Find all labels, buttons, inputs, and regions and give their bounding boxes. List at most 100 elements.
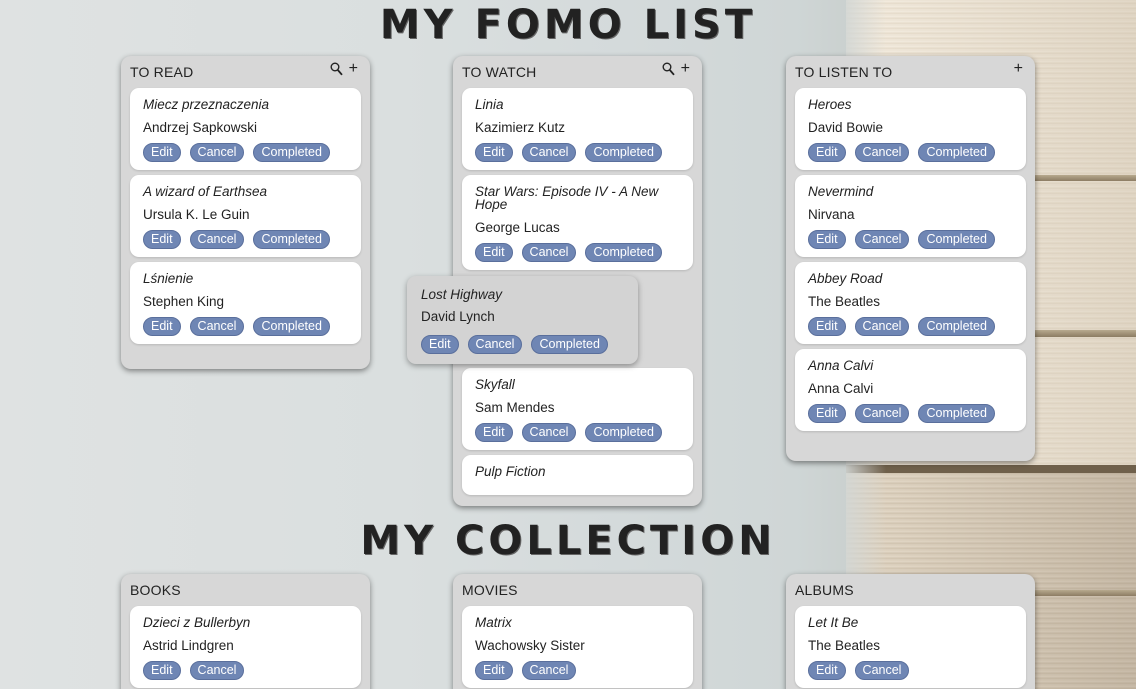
column-header: TO READ: [130, 64, 194, 80]
item-title: Miecz przeznaczenia: [143, 97, 270, 112]
item-author: George Lucas: [475, 220, 560, 235]
edit-button[interactable]: Edit: [808, 661, 846, 680]
column-books: BOOKS Dzieci z Bullerbyn Astrid Lindgren…: [121, 574, 370, 689]
column-to-listen-to: TO LISTEN TO + Heroes David Bowie Edit C…: [786, 56, 1035, 461]
item-author: Anna Calvi: [808, 381, 874, 396]
edit-button[interactable]: Edit: [421, 335, 459, 354]
cancel-button[interactable]: Cancel: [189, 317, 245, 336]
item-author: The Beatles: [808, 294, 881, 309]
item-author: Wachowsky Sister: [475, 638, 585, 653]
column-albums: ALBUMS Let It Be The Beatles Edit Cancel: [786, 574, 1035, 689]
item-author: Sam Mendes: [475, 400, 555, 415]
edit-button[interactable]: Edit: [143, 143, 181, 162]
list-item: Linia Kazimierz Kutz Edit Cancel Complet…: [462, 88, 693, 170]
item-title: Let It Be: [808, 615, 859, 630]
item-title: Star Wars: Episode IV - A New Hope: [475, 184, 659, 212]
list-item: Star Wars: Episode IV - A New Hope Georg…: [462, 175, 693, 270]
list-item: Nevermind Nirvana Edit Cancel Completed: [795, 175, 1026, 257]
item-author: Nirvana: [808, 207, 855, 222]
list-item: Skyfall Sam Mendes Edit Cancel Completed: [462, 368, 693, 450]
cancel-button[interactable]: Cancel: [854, 404, 910, 423]
item-title: Dzieci z Bullerbyn: [143, 615, 251, 630]
item-title: Pulp Fiction: [475, 464, 546, 479]
search-icon[interactable]: [662, 62, 675, 76]
item-author: Ursula K. Le Guin: [143, 207, 250, 222]
edit-button[interactable]: Edit: [475, 661, 513, 680]
completed-button[interactable]: Completed: [585, 143, 662, 162]
edit-button[interactable]: Edit: [475, 243, 513, 262]
item-author: David Lynch: [421, 309, 495, 324]
column-header: MOVIES: [462, 582, 518, 598]
column-movies: MOVIES Matrix Wachowsky Sister Edit Canc…: [453, 574, 702, 689]
item-title: Linia: [475, 97, 504, 112]
fomo-list-title: My FOMO List: [379, 2, 757, 48]
cancel-button[interactable]: Cancel: [189, 230, 245, 249]
edit-button[interactable]: Edit: [143, 661, 181, 680]
item-title: Matrix: [475, 615, 512, 630]
cancel-button[interactable]: Cancel: [189, 661, 245, 680]
item-title: Heroes: [808, 97, 852, 112]
cancel-button[interactable]: Cancel: [189, 143, 245, 162]
add-icon[interactable]: +: [681, 61, 690, 77]
item-title: Anna Calvi: [808, 358, 874, 373]
item-author: Kazimierz Kutz: [475, 120, 566, 135]
item-author: David Bowie: [808, 120, 884, 135]
list-item: Dzieci z Bullerbyn Astrid Lindgren Edit …: [130, 606, 361, 688]
search-icon[interactable]: [330, 62, 343, 76]
completed-button[interactable]: Completed: [918, 404, 995, 423]
item-author: Andrzej Sapkowski: [143, 120, 258, 135]
collection-title: My Collection: [360, 518, 776, 564]
edit-button[interactable]: Edit: [808, 230, 846, 249]
edit-button[interactable]: Edit: [475, 143, 513, 162]
completed-button[interactable]: Completed: [253, 143, 330, 162]
add-icon[interactable]: +: [349, 61, 358, 77]
item-author: Stephen King: [143, 294, 225, 309]
edit-button[interactable]: Edit: [143, 230, 181, 249]
item-author: The Beatles: [808, 638, 881, 653]
add-icon[interactable]: +: [1014, 61, 1023, 77]
list-item: Abbey Road The Beatles Edit Cancel Compl…: [795, 262, 1026, 344]
dragged-list-item[interactable]: Lost Highway David Lynch Edit Cancel Com…: [407, 276, 638, 364]
completed-button[interactable]: Completed: [918, 143, 995, 162]
item-title: Abbey Road: [808, 271, 883, 286]
column-header: TO WATCH: [462, 64, 537, 80]
cancel-button[interactable]: Cancel: [854, 317, 910, 336]
edit-button[interactable]: Edit: [808, 143, 846, 162]
list-item: Pulp Fiction: [462, 455, 693, 495]
list-item: Matrix Wachowsky Sister Edit Cancel: [462, 606, 693, 688]
cancel-button[interactable]: Cancel: [521, 423, 577, 442]
column-header: ALBUMS: [795, 582, 854, 598]
edit-button[interactable]: Edit: [143, 317, 181, 336]
completed-button[interactable]: Completed: [531, 335, 608, 354]
edit-button[interactable]: Edit: [475, 423, 513, 442]
item-title: Lśnienie: [143, 271, 194, 286]
list-item: Heroes David Bowie Edit Cancel Completed: [795, 88, 1026, 170]
completed-button[interactable]: Completed: [585, 423, 662, 442]
list-item: Miecz przeznaczenia Andrzej Sapkowski Ed…: [130, 88, 361, 170]
completed-button[interactable]: Completed: [253, 230, 330, 249]
completed-button[interactable]: Completed: [253, 317, 330, 336]
edit-button[interactable]: Edit: [808, 317, 846, 336]
item-author: Astrid Lindgren: [143, 638, 234, 653]
list-item: Lśnienie Stephen King Edit Cancel Comple…: [130, 262, 361, 344]
cancel-button[interactable]: Cancel: [467, 335, 523, 354]
list-item: Let It Be The Beatles Edit Cancel: [795, 606, 1026, 688]
completed-button[interactable]: Completed: [585, 243, 662, 262]
column-to-read: TO READ + Miecz przeznaczenia Andrzej Sa…: [121, 56, 370, 369]
list-item: A wizard of Earthsea Ursula K. Le Guin E…: [130, 175, 361, 257]
column-header: TO LISTEN TO: [795, 64, 893, 80]
cancel-button[interactable]: Cancel: [521, 243, 577, 262]
completed-button[interactable]: Completed: [918, 230, 995, 249]
completed-button[interactable]: Completed: [918, 317, 995, 336]
cancel-button[interactable]: Cancel: [854, 143, 910, 162]
list-item: Anna Calvi Anna Calvi Edit Cancel Comple…: [795, 349, 1026, 431]
item-title: Lost Highway: [421, 287, 503, 302]
item-title: Nevermind: [808, 184, 874, 199]
cancel-button[interactable]: Cancel: [521, 661, 577, 680]
cancel-button[interactable]: Cancel: [854, 230, 910, 249]
column-header: BOOKS: [130, 582, 181, 598]
cancel-button[interactable]: Cancel: [854, 661, 910, 680]
cancel-button[interactable]: Cancel: [521, 143, 577, 162]
edit-button[interactable]: Edit: [808, 404, 846, 423]
item-title: A wizard of Earthsea: [143, 184, 268, 199]
